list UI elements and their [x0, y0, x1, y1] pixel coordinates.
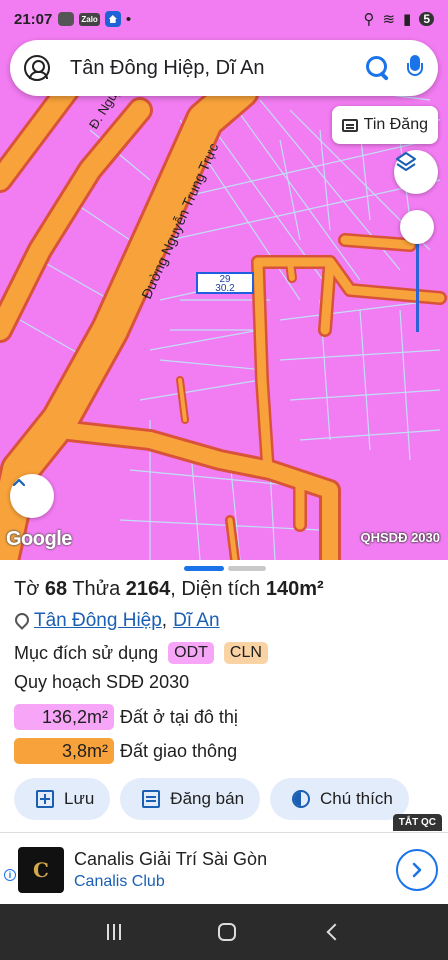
back-icon[interactable] — [326, 923, 344, 941]
parcel-title: Tờ 68 Thửa 2164, Diện tích 140m² — [14, 578, 324, 601]
listing-icon — [142, 790, 161, 808]
search-input[interactable]: Tân Đông Hiệp, Dĩ An — [70, 57, 364, 80]
action-buttons: Lưu Đăng bán Chú thích — [14, 778, 409, 820]
account-icon[interactable] — [24, 55, 50, 81]
bookmark-add-icon — [36, 790, 54, 808]
planning-layer-label: QHSDĐ 2030 — [360, 530, 440, 545]
sheet-number: 68 — [44, 578, 68, 600]
title-area-prefix: , Diện tích — [170, 578, 266, 600]
legend-label: Chú thích — [320, 789, 393, 808]
purpose-label: Mục đích sử dụng — [14, 642, 159, 663]
listing-icon — [341, 118, 358, 132]
plan-area-row: 3,8m² Đất giao thông — [14, 738, 237, 764]
save-label: Lưu — [64, 789, 95, 808]
ward-link[interactable]: Tân Đông Hiệp — [34, 610, 162, 632]
purpose-code-cln: CLN — [223, 642, 268, 664]
plan-label: Quy hoạch SDĐ 2030 — [14, 672, 190, 692]
layers-button[interactable] — [394, 150, 438, 194]
legend-button[interactable]: Chú thích — [270, 778, 409, 820]
district-link[interactable]: Dĩ An — [173, 610, 219, 632]
location-pin-icon — [14, 613, 26, 629]
purpose-code-odt: ODT — [168, 642, 214, 664]
search-icon[interactable] — [364, 54, 392, 82]
status-time: 21:07 — [14, 10, 53, 28]
search-bar[interactable]: Tân Đông Hiệp, Dĩ An — [10, 40, 438, 96]
ad-banner[interactable]: i C Canalis Giải Trí Sài Gòn Canalis Clu… — [0, 832, 448, 904]
more-dots-icon: • — [125, 10, 132, 28]
ad-subtitle: Canalis Club — [74, 873, 165, 890]
plan-area-row: 136,2m² Đất ở tại đô thị — [14, 704, 238, 730]
purpose-row: Mục đích sử dụng ODT CLN — [14, 642, 268, 664]
parcel-info-sheet: Tờ 68 Thửa 2164, Diện tích 140m² Tân Đôn… — [0, 560, 448, 832]
sheet-page-indicator-active — [184, 566, 224, 571]
chevron-right-icon — [412, 862, 422, 878]
layers-icon — [396, 152, 416, 171]
zalo-icon: Zalo — [79, 12, 100, 26]
title-prefix: Tờ — [14, 578, 45, 600]
opacity-slider-handle[interactable] — [400, 210, 434, 244]
plan-area-label: Đất ở tại đô thị — [120, 706, 238, 727]
save-button[interactable]: Lưu — [14, 778, 111, 820]
home-icon[interactable] — [217, 923, 236, 941]
tin-dang-button[interactable]: Tin Đăng — [331, 106, 438, 144]
map-view[interactable]: Đ. Nguyễn Đường Nguyễn Trung Trực 29 30.… — [0, 0, 448, 560]
parcel-area-label: 30.2 — [215, 283, 235, 294]
ad-title: Canalis Giải Trí Sài Gòn — [74, 849, 268, 869]
signal-icon: ▮ — [403, 11, 412, 28]
home-app-icon — [104, 11, 121, 27]
post-for-sale-button[interactable]: Đăng bán — [120, 778, 261, 820]
location-separator: , — [161, 610, 168, 631]
ad-logo: C — [18, 847, 64, 893]
location-row: Tân Đông Hiệp, Dĩ An — [14, 610, 220, 632]
plan-area-value: 136,2m² — [14, 704, 114, 730]
battery-badge: 5 — [419, 12, 434, 26]
google-logo: Google — [6, 528, 72, 550]
close-ad-button[interactable]: TẮT QC — [392, 814, 442, 831]
ad-logo-text: C — [33, 858, 49, 882]
wifi-icon: ≋ — [382, 11, 396, 28]
sheet-handle[interactable] — [184, 566, 266, 571]
location-icon: ⚲ — [363, 11, 375, 28]
recents-icon[interactable] — [106, 924, 125, 940]
sheet-page-indicator — [228, 566, 266, 571]
ad-info-icon[interactable]: i — [4, 869, 16, 881]
expand-button[interactable] — [10, 474, 54, 518]
status-bar: 21:07 Zalo • ⚲ ≋ ▮ 5 — [0, 0, 448, 38]
ad-open-button[interactable] — [396, 849, 438, 891]
tin-dang-label: Tin Đăng — [363, 116, 428, 133]
messenger-icon — [58, 12, 75, 26]
chevron-up-icon — [12, 478, 26, 487]
plan-area-label: Đất giao thông — [120, 740, 238, 761]
parcel-number-bold: 2164 — [125, 578, 171, 600]
contrast-icon — [292, 790, 311, 808]
post-for-sale-label: Đăng bán — [170, 789, 245, 808]
system-nav-bar — [0, 904, 448, 960]
selected-parcel[interactable]: 29 30.2 — [196, 272, 254, 294]
title-mid: Thửa — [67, 578, 126, 600]
microphone-icon[interactable] — [406, 54, 424, 82]
parcel-area: 140m² — [265, 578, 324, 600]
plan-area-value: 3,8m² — [14, 738, 114, 764]
